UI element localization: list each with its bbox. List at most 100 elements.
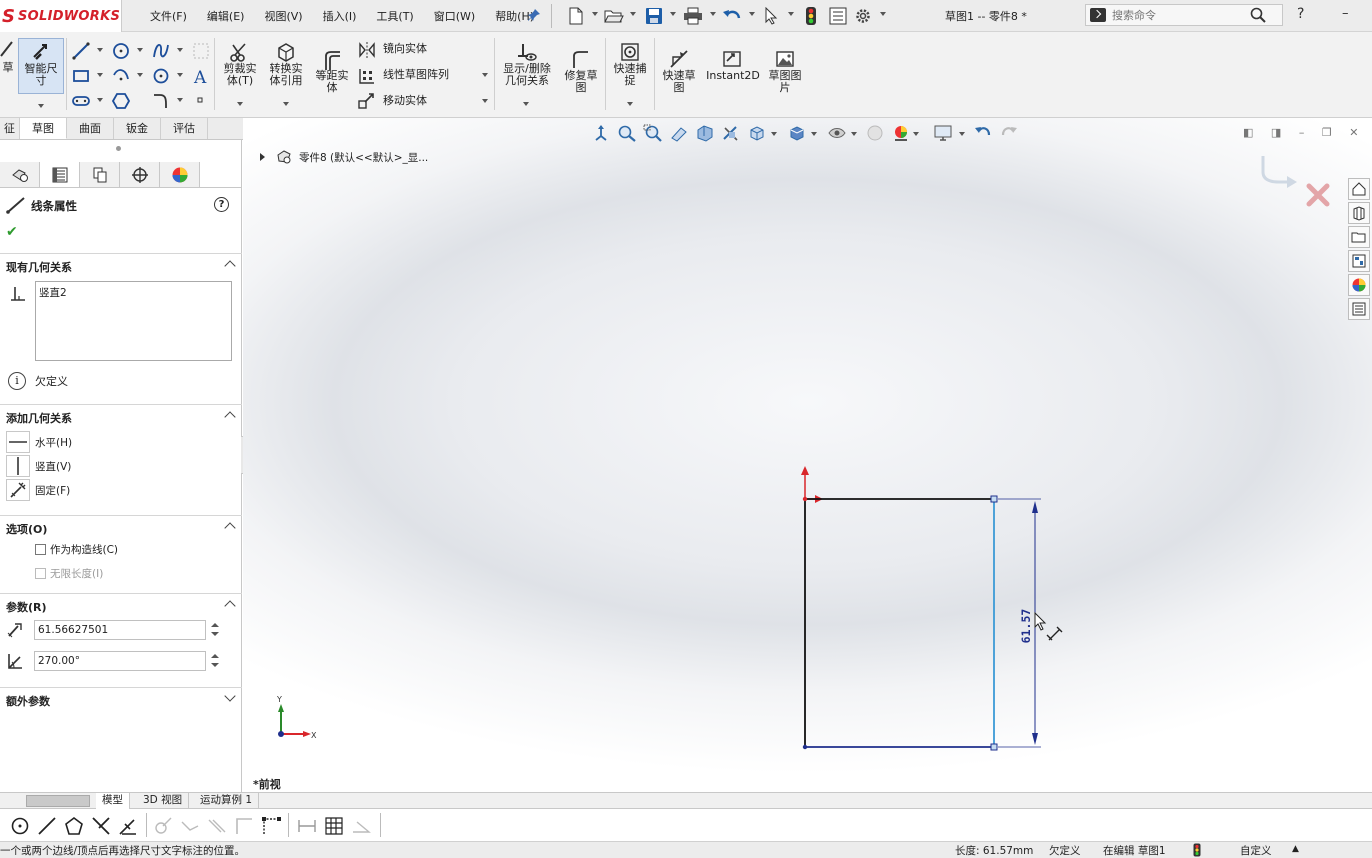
tab-motion-study[interactable]: 运动算例 1 xyxy=(194,793,260,809)
feature-tree-tab[interactable] xyxy=(0,162,40,187)
sketch-canvas[interactable]: 61.57 Y X xyxy=(243,118,1347,794)
save-icon[interactable] xyxy=(644,6,664,26)
line-dropdown-icon[interactable] xyxy=(97,48,103,52)
origin-point[interactable] xyxy=(802,496,808,502)
mirror-entities-icon[interactable] xyxy=(358,41,376,59)
undo-dropdown-icon[interactable] xyxy=(749,12,755,16)
endpoint-handle[interactable] xyxy=(990,743,998,751)
parameters-header[interactable]: 参数(R) xyxy=(0,593,242,615)
grid-dimension-icon[interactable] xyxy=(297,816,317,836)
ok-checkmark-icon[interactable]: ✔ xyxy=(6,224,18,240)
sketch-picture-label-2[interactable]: 片 xyxy=(764,82,806,94)
arc-dropdown-icon[interactable] xyxy=(137,73,143,77)
convert-entities-icon[interactable] xyxy=(276,42,296,64)
sketch-tool-label[interactable]: 草 xyxy=(0,62,16,74)
angle-dimension-icon[interactable] xyxy=(351,816,371,836)
appearances-icon[interactable] xyxy=(1348,274,1370,296)
open-dropdown-icon[interactable] xyxy=(630,12,636,16)
options-header[interactable]: 选项(O) xyxy=(0,515,242,537)
undo-icon[interactable] xyxy=(722,6,742,26)
help-icon[interactable]: ? xyxy=(1297,6,1304,22)
solidworks-resources-icon[interactable] xyxy=(1348,178,1370,200)
status-units[interactable]: 自定义 xyxy=(1240,843,1272,858)
fillet-dropdown-icon[interactable] xyxy=(177,98,183,102)
line-icon[interactable] xyxy=(72,42,90,60)
add-relations-header[interactable]: 添加几何关系 xyxy=(0,404,242,426)
menu-window[interactable]: 窗口(W) xyxy=(434,8,475,24)
print-icon[interactable] xyxy=(683,6,703,26)
new-document-icon[interactable] xyxy=(566,6,586,26)
add-horizontal-relation[interactable]: 水平(H) xyxy=(6,431,72,453)
quick-snaps-label-2[interactable]: 捉 xyxy=(608,75,652,87)
text-icon[interactable]: A xyxy=(192,67,210,88)
spline-dropdown-icon[interactable] xyxy=(177,48,183,52)
add-vertical-relation[interactable]: 竖直(V) xyxy=(6,455,71,477)
search-input[interactable] xyxy=(1112,8,1252,22)
sketch-icon[interactable] xyxy=(0,40,14,58)
convert-dropdown-icon[interactable] xyxy=(283,102,289,106)
close-window-icon[interactable]: ✕ xyxy=(1349,126,1358,139)
checkbox[interactable] xyxy=(35,544,46,555)
slot-dropdown-icon[interactable] xyxy=(97,98,103,102)
menu-file[interactable]: 文件(F) xyxy=(150,8,187,24)
dimension-value[interactable]: 61.57 xyxy=(1019,609,1033,644)
slot-icon[interactable] xyxy=(72,92,90,110)
circle-dropdown-icon[interactable] xyxy=(137,48,143,52)
property-manager-tab[interactable] xyxy=(40,162,80,187)
tab-3d-views[interactable]: 3D 视图 xyxy=(137,793,190,809)
graphics-area[interactable]: 零件8 (默认<<默认>_显... ◧ ◨ – ❐ ✕ 61.57 Y X *前… xyxy=(243,118,1372,794)
dimxpert-tab[interactable] xyxy=(120,162,160,187)
collapse-chevron-icon[interactable] xyxy=(224,522,236,534)
point-icon[interactable] xyxy=(195,95,205,105)
smart-dimension-button[interactable]: 智能尺 寸 xyxy=(18,38,64,94)
fillet-icon[interactable] xyxy=(152,92,170,110)
units-dropdown-icon[interactable]: ▲ xyxy=(1292,844,1299,854)
circle-icon[interactable] xyxy=(112,42,130,60)
display-manager-tab[interactable] xyxy=(160,162,200,187)
print-dropdown-icon[interactable] xyxy=(710,12,716,16)
existing-relations-list[interactable]: 竖直2 xyxy=(35,281,232,361)
move-entities-icon[interactable] xyxy=(358,92,376,110)
mirror-entities-label[interactable]: 镜向实体 xyxy=(383,43,427,55)
spline-icon[interactable] xyxy=(152,42,170,60)
linear-pattern-label[interactable]: 线性草图阵列 xyxy=(383,69,449,81)
tab-sketch[interactable]: 草图 xyxy=(20,118,67,139)
line-icon[interactable] xyxy=(37,816,57,836)
arc-icon[interactable] xyxy=(112,67,130,85)
rebuild-icon[interactable] xyxy=(801,6,821,26)
angle-input[interactable] xyxy=(34,651,206,671)
save-dropdown-icon[interactable] xyxy=(670,12,676,16)
repair-sketch-icon[interactable] xyxy=(571,50,591,70)
collapse-chevron-icon[interactable] xyxy=(224,260,236,272)
collapse-chevron-icon[interactable] xyxy=(224,411,236,423)
pattern-dropdown-icon[interactable] xyxy=(482,73,488,77)
configuration-manager-tab[interactable] xyxy=(80,162,120,187)
additional-parameters-header[interactable]: 额外参数 xyxy=(0,687,242,709)
trim-icon[interactable] xyxy=(91,816,111,836)
circle-icon[interactable] xyxy=(10,816,30,836)
select-cursor-icon[interactable] xyxy=(761,6,781,26)
repair-sketch-label-2[interactable]: 图 xyxy=(560,82,602,94)
file-explorer-icon[interactable] xyxy=(1348,226,1370,248)
view-palette-icon[interactable] xyxy=(1348,250,1370,272)
grid-icon[interactable] xyxy=(324,816,344,836)
pin-icon[interactable] xyxy=(527,8,541,22)
ellipse-dropdown-icon[interactable] xyxy=(177,73,183,77)
sketch-point[interactable] xyxy=(802,744,808,750)
sketch-picture-icon[interactable] xyxy=(775,49,795,69)
rapid-sketch-icon[interactable] xyxy=(669,49,689,69)
convert-label-2[interactable]: 体引用 xyxy=(264,75,308,87)
new-dropdown-icon[interactable] xyxy=(592,12,598,16)
relation-item[interactable]: 竖直2 xyxy=(39,285,228,300)
tab-surfaces[interactable]: 曲面 xyxy=(67,118,114,139)
rapid-sketch-label-2[interactable]: 图 xyxy=(658,82,700,94)
help-question-icon[interactable]: ? xyxy=(214,197,229,212)
add-fix-relation[interactable]: 固定(F) xyxy=(6,479,70,501)
move-entities-label[interactable]: 移动实体 xyxy=(383,95,427,107)
tab-scroll-buttons[interactable] xyxy=(26,795,90,807)
search-icon[interactable] xyxy=(1250,7,1266,23)
instant2d-label[interactable]: Instant2D xyxy=(704,70,762,82)
construction-geometry-icon[interactable] xyxy=(153,816,173,836)
existing-relations-header[interactable]: 现有几何关系 xyxy=(0,253,242,275)
display-delete-relations-icon[interactable] xyxy=(515,42,537,64)
